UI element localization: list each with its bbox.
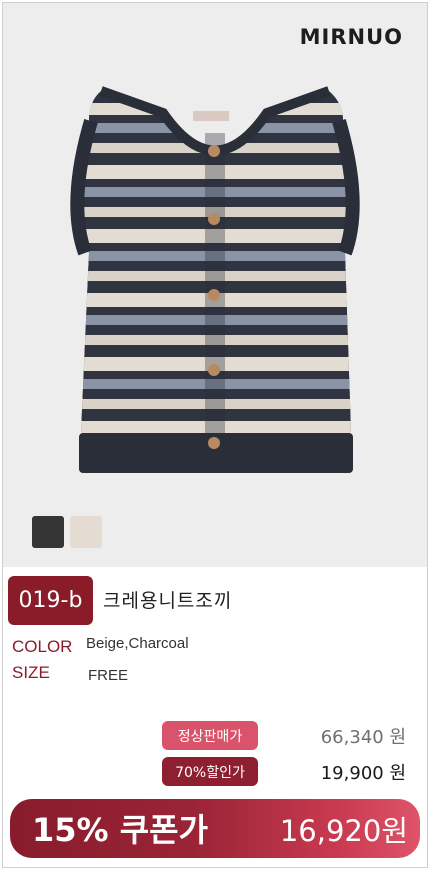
size-value: FREE xyxy=(88,667,129,684)
coupon-price: 16,920원 xyxy=(279,814,408,848)
product-code-badge: 019-b xyxy=(8,576,93,625)
swatch-charcoal[interactable] xyxy=(32,516,64,548)
color-label: COLOR xyxy=(12,637,73,656)
product-name[interactable]: 크레용니트조끼 xyxy=(103,586,232,613)
product-photo[interactable]: MIRNUO xyxy=(3,3,427,567)
coupon-label: 15% 쿠폰가 xyxy=(32,811,209,849)
size-label: SIZE xyxy=(12,663,50,682)
swatch-beige[interactable] xyxy=(70,516,102,548)
discount-price: 19,900 원 xyxy=(320,763,406,784)
regular-price-badge: 정상판매가 xyxy=(162,721,258,750)
regular-price: 66,340 원 xyxy=(320,727,406,748)
coupon-price-banner[interactable]: 15% 쿠폰가 16,920원 xyxy=(10,799,420,858)
color-value: Beige,Charcoal xyxy=(86,635,189,652)
knit-vest-image xyxy=(70,86,360,473)
discount-price-badge: 70%할인가 xyxy=(162,757,258,786)
